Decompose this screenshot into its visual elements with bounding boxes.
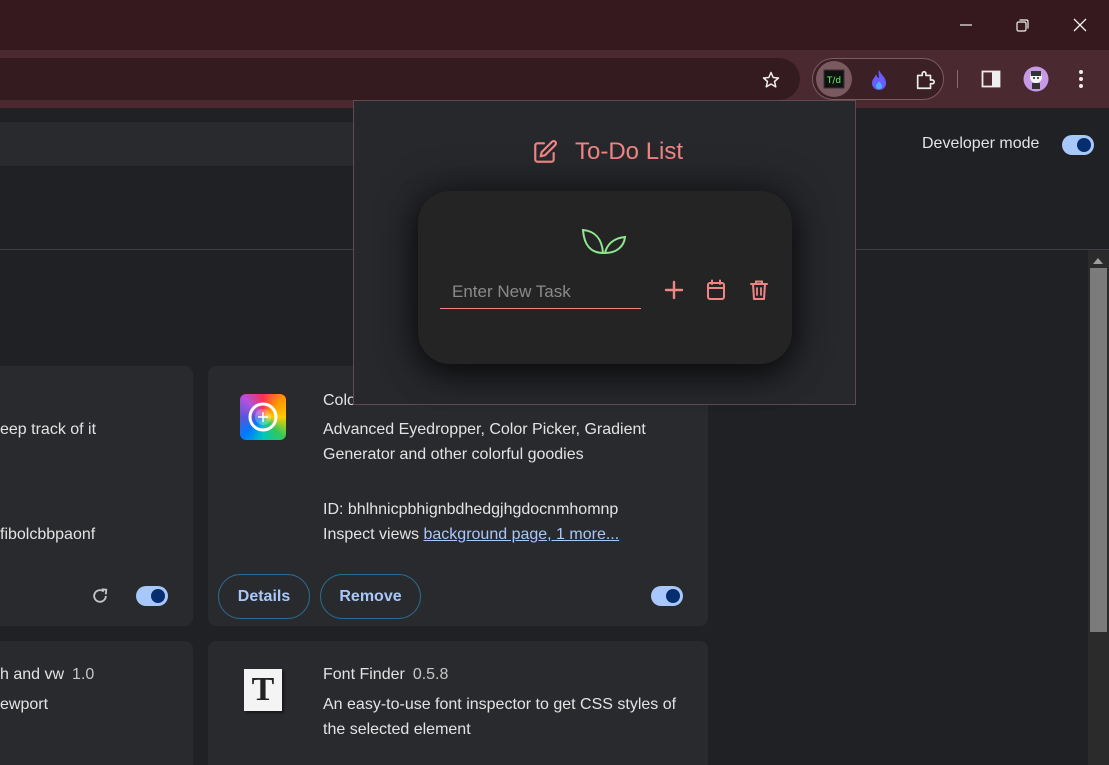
profile-button[interactable] bbox=[1022, 65, 1050, 93]
scrollbar-thumb[interactable] bbox=[1090, 268, 1107, 632]
extension-version: 0.5.8 bbox=[412, 666, 449, 683]
extension-card: T Font Finder 0.5.8 An easy-to-use font i… bbox=[208, 641, 708, 765]
extension-id: ID: bhlhnicpbhignbdhedgjhgdocnmhomnp bbox=[323, 501, 619, 518]
popup-title: To-Do List bbox=[575, 138, 684, 165]
restore-button[interactable] bbox=[999, 0, 1045, 50]
reload-icon bbox=[93, 588, 108, 603]
colorzilla-logo bbox=[240, 394, 286, 440]
extension-card: Colo…a Advanced Eyedropper, Color Picker… bbox=[208, 366, 708, 626]
kebab-menu-icon bbox=[1079, 70, 1083, 88]
extension-description: Generator and other colorful goodies bbox=[323, 446, 584, 463]
developer-mode-label: Developer mode bbox=[922, 135, 1040, 152]
extension-name: Colo bbox=[323, 392, 356, 409]
extension-name: Font Finder bbox=[323, 666, 405, 683]
close-icon bbox=[1073, 18, 1087, 32]
todo-extension-button[interactable]: T/d bbox=[816, 61, 852, 97]
inspect-views-label: Inspect views bbox=[323, 526, 420, 543]
avatar bbox=[1023, 66, 1049, 92]
extension-enable-toggle[interactable] bbox=[651, 586, 683, 606]
browser-menu-button[interactable] bbox=[1068, 65, 1094, 93]
calendar-icon bbox=[707, 279, 725, 300]
extension-card: eep track of it fibolcbbpaonf bbox=[0, 366, 193, 626]
bookmark-button[interactable] bbox=[758, 67, 784, 93]
puzzle-extensions-icon bbox=[916, 70, 935, 90]
edit-title-icon-wrap bbox=[531, 138, 559, 166]
reload-button[interactable] bbox=[88, 584, 112, 608]
leaf-icon bbox=[581, 228, 627, 255]
font-finder-glyph: T bbox=[251, 671, 275, 708]
add-task-button[interactable] bbox=[662, 278, 686, 302]
delete-tasks-button[interactable] bbox=[747, 278, 771, 302]
todo-extension-icon: T/d bbox=[823, 69, 845, 89]
restore-icon bbox=[1015, 18, 1029, 32]
due-date-button[interactable] bbox=[704, 278, 728, 302]
flame-extension-button[interactable] bbox=[864, 65, 894, 95]
extension-description: An easy-to-use font inspector to get CSS… bbox=[323, 696, 677, 713]
extension-description: the selected element bbox=[323, 721, 471, 738]
color-wheel-icon bbox=[248, 402, 278, 432]
minimize-icon bbox=[960, 24, 972, 26]
inspect-views-link[interactable]: background page, 1 more... bbox=[424, 526, 620, 543]
new-task-input[interactable] bbox=[440, 276, 641, 309]
extension-enable-toggle[interactable] bbox=[136, 586, 168, 606]
scroll-up-arrow-icon[interactable] bbox=[1093, 258, 1103, 264]
extension-id: fibolcbbpaonf bbox=[0, 526, 96, 543]
side-panel-icon bbox=[981, 70, 1001, 88]
flame-extension-icon bbox=[872, 70, 886, 90]
extension-description: Advanced Eyedropper, Color Picker, Gradi… bbox=[323, 421, 646, 438]
toolbar-divider bbox=[957, 70, 958, 88]
svg-text:T/d: T/d bbox=[826, 76, 841, 86]
address-bar[interactable] bbox=[0, 58, 800, 100]
developer-mode-toggle[interactable] bbox=[1062, 135, 1094, 155]
extension-version: 1.0 bbox=[72, 666, 95, 683]
extension-description: eep track of it bbox=[0, 421, 97, 438]
star-icon bbox=[762, 71, 780, 88]
leaf-logo bbox=[580, 224, 628, 256]
extension-name: h and vw bbox=[0, 666, 65, 683]
trash-icon bbox=[750, 280, 768, 300]
extension-card: h and vw 1.0 ewport bbox=[0, 641, 193, 765]
remove-button[interactable]: Remove bbox=[320, 574, 421, 619]
font-finder-logo: T bbox=[244, 669, 282, 711]
extension-description: ewport bbox=[0, 696, 49, 713]
side-panel-button[interactable] bbox=[977, 65, 1005, 93]
close-window-button[interactable] bbox=[1057, 0, 1103, 50]
pencil-square-icon bbox=[534, 140, 557, 163]
extensions-menu-button[interactable] bbox=[910, 65, 940, 95]
plus-icon bbox=[664, 280, 684, 300]
details-button[interactable]: Details bbox=[218, 574, 310, 619]
minimize-button[interactable] bbox=[943, 0, 989, 50]
title-bar bbox=[0, 0, 1109, 50]
